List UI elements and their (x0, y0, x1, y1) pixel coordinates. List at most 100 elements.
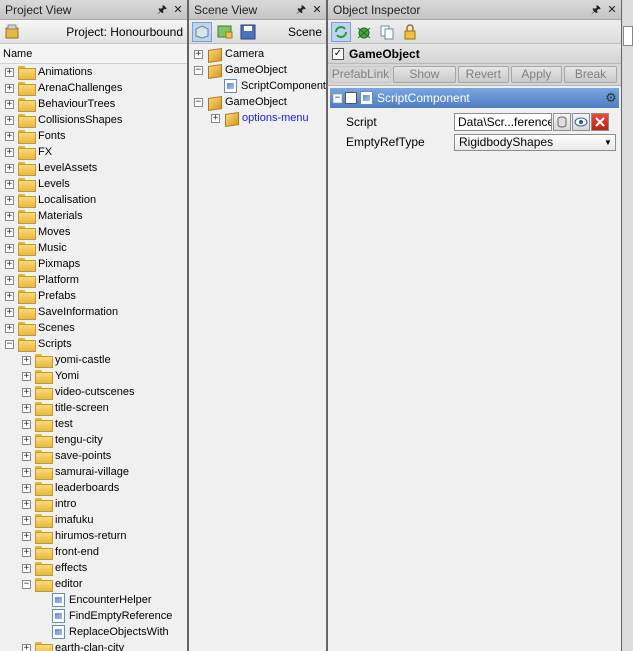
expand-toggle[interactable]: + (22, 371, 31, 381)
add-picture-icon[interactable] (215, 22, 235, 42)
tree-row[interactable]: + intro (0, 496, 187, 512)
tree-row[interactable]: − editor (0, 576, 187, 592)
expand-toggle[interactable]: + (22, 451, 31, 461)
tree-row[interactable]: + earth-clan-city (0, 640, 187, 651)
expand-toggle[interactable]: + (22, 643, 31, 651)
expand-toggle[interactable]: + (5, 227, 14, 237)
expand-toggle[interactable]: + (194, 49, 203, 59)
tree-row[interactable]: + Pixmaps (0, 256, 187, 272)
expand-toggle[interactable]: + (5, 115, 14, 125)
refresh-icon[interactable] (331, 21, 351, 42)
tree-row[interactable]: ScriptComponent (189, 78, 326, 94)
tree-row[interactable]: + imafuku (0, 512, 187, 528)
tree-row[interactable]: + Materials (0, 208, 187, 224)
tree-row[interactable]: − Scripts (0, 336, 187, 352)
expand-toggle[interactable]: + (5, 291, 14, 301)
expand-toggle[interactable]: + (22, 531, 31, 541)
component-enabled-checkbox[interactable]: ✓ (345, 92, 357, 104)
expand-toggle[interactable]: + (22, 547, 31, 557)
tree-row[interactable]: + hirumos-return (0, 528, 187, 544)
expand-toggle[interactable]: + (5, 307, 14, 317)
tree-row[interactable]: + effects (0, 560, 187, 576)
tree-row[interactable]: + leaderboards (0, 480, 187, 496)
tree-row[interactable]: + Levels (0, 176, 187, 192)
tree-row[interactable]: + Prefabs (0, 288, 187, 304)
expand-toggle[interactable]: + (5, 323, 14, 333)
emptyreftype-dropdown[interactable]: RigidbodyShapes ▼ (454, 133, 616, 151)
gear-icon[interactable]: ⚙ (603, 90, 619, 106)
tree-row[interactable]: + tengu-city (0, 432, 187, 448)
tree-row[interactable]: − GameObject (189, 62, 326, 78)
expand-toggle[interactable]: + (22, 403, 31, 413)
expand-toggle[interactable]: + (5, 243, 14, 253)
tree-row[interactable]: + save-points (0, 448, 187, 464)
collapse-toggle[interactable]: − (194, 97, 203, 107)
cube-icon[interactable] (192, 21, 212, 42)
save-icon[interactable] (238, 22, 258, 42)
pin-icon[interactable]: 🖈 (294, 3, 308, 17)
tree-row[interactable]: + LevelAssets (0, 160, 187, 176)
expand-toggle[interactable]: + (22, 355, 31, 365)
show-button[interactable]: Show (392, 66, 456, 83)
script-component-header[interactable]: − ✓ ScriptComponent ⚙ (330, 88, 619, 108)
expand-toggle[interactable]: + (22, 483, 31, 493)
database-icon[interactable] (553, 113, 571, 131)
tree-row[interactable]: + SaveInformation (0, 304, 187, 320)
tree-row[interactable]: + ArenaChallenges (0, 80, 187, 96)
expand-toggle[interactable]: + (5, 163, 14, 173)
tree-row[interactable]: + BehaviourTrees (0, 96, 187, 112)
tree-row[interactable]: + test (0, 416, 187, 432)
tree-row[interactable]: − GameObject (189, 94, 326, 110)
expand-toggle[interactable]: + (5, 211, 14, 221)
tree-row[interactable]: + title-screen (0, 400, 187, 416)
prefablink-button[interactable]: PrefabLink (330, 66, 391, 83)
expand-toggle[interactable]: + (5, 99, 14, 109)
apply-button[interactable]: Apply (510, 66, 562, 83)
expand-toggle[interactable]: + (22, 515, 31, 525)
expand-toggle[interactable]: + (22, 435, 31, 445)
tree-row[interactable]: + Animations (0, 64, 187, 80)
expand-toggle[interactable]: + (5, 147, 14, 157)
pin-icon[interactable]: 🖈 (589, 3, 603, 17)
break-button[interactable]: Break (563, 66, 618, 83)
expand-toggle[interactable]: + (22, 419, 31, 429)
tree-row[interactable]: ReplaceObjectsWith (0, 624, 187, 640)
bug-icon[interactable] (354, 22, 374, 42)
eye-icon[interactable] (572, 113, 590, 131)
collapse-toggle[interactable]: − (333, 93, 342, 103)
edge-tab[interactable] (623, 26, 633, 46)
script-path-field[interactable]: Data\Scr...ferences (454, 113, 552, 131)
tree-row[interactable]: + Scenes (0, 320, 187, 336)
tree-row[interactable]: + video-cutscenes (0, 384, 187, 400)
tree-row[interactable]: + options-menu (189, 110, 326, 126)
tree-row[interactable]: + yomi-castle (0, 352, 187, 368)
clear-icon[interactable] (591, 113, 609, 131)
revert-button[interactable]: Revert (457, 66, 509, 83)
tree-row[interactable]: + samurai-village (0, 464, 187, 480)
close-icon[interactable]: ✕ (605, 3, 619, 17)
expand-toggle[interactable]: + (211, 113, 220, 123)
lock-icon[interactable] (400, 22, 420, 42)
expand-toggle[interactable]: + (22, 499, 31, 509)
tree-row[interactable]: + Yomi (0, 368, 187, 384)
tree-row[interactable]: + front-end (0, 544, 187, 560)
tree-row[interactable]: + Fonts (0, 128, 187, 144)
collapse-toggle[interactable]: − (22, 579, 31, 589)
expand-toggle[interactable]: + (5, 259, 14, 269)
tree-row[interactable]: FindEmptyReference (0, 608, 187, 624)
collapse-toggle[interactable]: − (5, 339, 14, 349)
expand-toggle[interactable]: + (5, 83, 14, 93)
gameobject-active-checkbox[interactable]: ✓ (332, 47, 344, 60)
copy-icon[interactable] (377, 22, 397, 42)
pin-icon[interactable]: 🖈 (155, 3, 169, 17)
close-icon[interactable]: ✕ (171, 3, 185, 17)
name-column-header[interactable]: Name (0, 44, 187, 64)
expand-toggle[interactable]: + (5, 131, 14, 141)
expand-toggle[interactable]: + (22, 467, 31, 477)
expand-toggle[interactable]: + (5, 67, 14, 77)
tree-row[interactable]: + Moves (0, 224, 187, 240)
tree-row[interactable]: + Platform (0, 272, 187, 288)
expand-toggle[interactable]: + (5, 195, 14, 205)
tree-row[interactable]: + Music (0, 240, 187, 256)
tree-row[interactable]: + FX (0, 144, 187, 160)
